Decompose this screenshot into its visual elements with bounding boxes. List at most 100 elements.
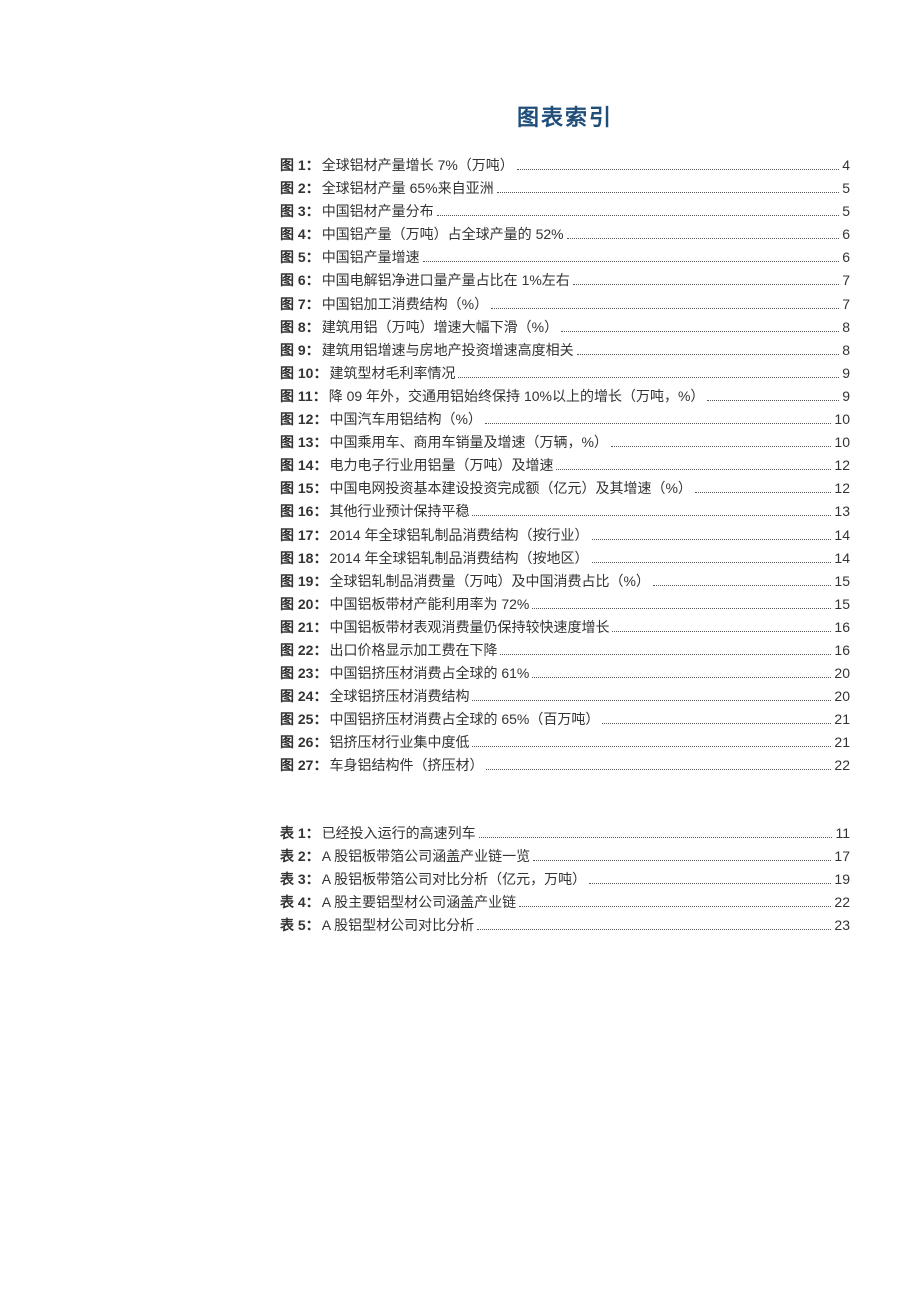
document-page: 图表索引 图 1：全球铝材产量增长 7%（万吨）4图 2：全球铝材产量 65%来… (0, 0, 920, 1302)
toc-entry-text: 中国汽车用铝结构（%） (329, 408, 481, 431)
toc-entry-text: 中国铝产量增速 (322, 246, 420, 269)
toc-entry[interactable]: 图 17：2014 年全球铝轧制品消费结构（按行业）14 (280, 524, 850, 547)
toc-entry[interactable]: 图 23：中国铝挤压材消费占全球的 61%20 (280, 662, 850, 685)
toc-entry[interactable]: 图 14：电力电子行业用铝量（万吨）及增速 12 (280, 454, 850, 477)
toc-entry-text: 铝挤压材行业集中度低 (329, 731, 469, 754)
toc-entry-text: 中国电解铝净进口量产量占比在 1%左右 (322, 269, 570, 292)
toc-leader (485, 412, 832, 424)
toc-entry-page: 10 (834, 408, 850, 431)
toc-entry-label: 图 26： (280, 731, 327, 754)
toc-entry[interactable]: 图 2：全球铝材产量 65%来自亚洲5 (280, 177, 850, 200)
toc-entry-text: 中国铝挤压材消费占全球的 61% (329, 662, 529, 685)
toc-entry-label: 表 4： (280, 891, 320, 914)
toc-entry-page: 8 (842, 316, 850, 339)
toc-entry[interactable]: 图 18：2014 年全球铝轧制品消费结构（按地区）14 (280, 547, 850, 570)
toc-entry-text: 中国铝挤压材消费占全球的 65%（百万吨） (329, 708, 599, 731)
toc-leader (533, 848, 831, 860)
toc-entry-page: 8 (842, 339, 850, 362)
toc-leader (486, 758, 831, 770)
toc-entry-page: 6 (842, 223, 850, 246)
toc-leader (437, 204, 840, 216)
toc-entry[interactable]: 图 13：中国乘用车、商用车销量及增速（万辆，%）10 (280, 431, 850, 454)
toc-entry-label: 图 20： (280, 593, 327, 616)
section-gap (280, 778, 850, 822)
toc-entry-page: 7 (842, 293, 850, 316)
toc-entry[interactable]: 图 4：中国铝产量（万吨）占全球产量的 52%6 (280, 223, 850, 246)
toc-entry[interactable]: 表 3：A 股铝板带箔公司对比分析（亿元，万吨）19 (280, 868, 850, 891)
toc-entry-label: 图 1： (280, 154, 320, 177)
toc-entry[interactable]: 图 5：中国铝产量增速6 (280, 246, 850, 269)
toc-entry-label: 图 24： (280, 685, 327, 708)
toc-leader (519, 895, 831, 907)
toc-entry-text: 全球铝材产量 65%来自亚洲 (322, 177, 494, 200)
toc-entry-label: 图 13： (280, 431, 327, 454)
toc-entry[interactable]: 图 7：中国铝加工消费结构（%）7 (280, 293, 850, 316)
toc-entry-page: 9 (842, 385, 850, 408)
toc-entry-label: 表 1： (280, 822, 320, 845)
toc-entry-label: 图 21： (280, 616, 327, 639)
toc-entry-label: 图 2： (280, 177, 320, 200)
toc-entry-page: 13 (834, 500, 850, 523)
tables-toc: 表 1：已经投入运行的高速列车11表 2：A 股铝板带箔公司涵盖产业链一览17表… (280, 822, 850, 937)
toc-entry[interactable]: 表 4：A 股主要铝型材公司涵盖产业链22 (280, 891, 850, 914)
toc-entry[interactable]: 表 1：已经投入运行的高速列车11 (280, 822, 850, 845)
toc-entry-text: 电力电子行业用铝量（万吨）及增速 (329, 454, 553, 477)
toc-entry-page: 20 (834, 685, 850, 708)
toc-entry-label: 图 25： (280, 708, 327, 731)
toc-leader (592, 527, 832, 539)
toc-leader (472, 689, 831, 701)
toc-entry-text: 建筑型材毛利率情况 (329, 362, 455, 385)
toc-leader (695, 481, 832, 493)
toc-entry[interactable]: 图 3：中国铝材产量分布5 (280, 200, 850, 223)
toc-leader (653, 574, 832, 586)
toc-entry-text: 2014 年全球铝轧制品消费结构（按行业） (329, 524, 588, 547)
toc-leader (423, 250, 840, 262)
toc-entry-label: 图 5： (280, 246, 320, 269)
toc-entry[interactable]: 图 24：全球铝挤压材消费结构20 (280, 685, 850, 708)
toc-entry[interactable]: 图 19：全球铝轧制品消费量（万吨）及中国消费占比（%）15 (280, 570, 850, 593)
toc-entry-text: 中国铝材产量分布 (322, 200, 434, 223)
toc-entry-label: 图 27： (280, 754, 327, 777)
toc-entry-label: 图 11： (280, 385, 327, 408)
toc-leader (497, 181, 840, 193)
toc-entry[interactable]: 图 6：中国电解铝净进口量产量占比在 1%左右7 (280, 269, 850, 292)
toc-entry[interactable]: 图 12：中国汽车用铝结构（%）10 (280, 408, 850, 431)
toc-entry-label: 图 16： (280, 500, 327, 523)
toc-entry[interactable]: 图 22：出口价格显示加工费在下降16 (280, 639, 850, 662)
toc-entry-label: 图 22： (280, 639, 327, 662)
toc-leader (589, 872, 831, 884)
toc-entry[interactable]: 图 16：其他行业预计保持平稳 13 (280, 500, 850, 523)
toc-entry-text: 其他行业预计保持平稳 (329, 500, 469, 523)
toc-entry[interactable]: 图 15：中国电网投资基本建设投资完成额（亿元）及其增速（%）12 (280, 477, 850, 500)
toc-entry[interactable]: 表 5：A 股铝型材公司对比分析23 (280, 914, 850, 937)
toc-leader (611, 435, 832, 447)
toc-leader (500, 643, 831, 655)
toc-entry-page: 22 (834, 754, 850, 777)
toc-entry[interactable]: 图 26：铝挤压材行业集中度低 21 (280, 731, 850, 754)
toc-entry[interactable]: 表 2：A 股铝板带箔公司涵盖产业链一览17 (280, 845, 850, 868)
toc-entry-page: 12 (834, 477, 850, 500)
toc-leader (491, 296, 839, 308)
toc-leader (472, 504, 831, 516)
toc-leader (472, 735, 831, 747)
toc-entry[interactable]: 图 1：全球铝材产量增长 7%（万吨）4 (280, 154, 850, 177)
toc-entry[interactable]: 图 10：建筑型材毛利率情况9 (280, 362, 850, 385)
toc-entry-page: 14 (834, 547, 850, 570)
toc-entry[interactable]: 图 20：中国铝板带材产能利用率为 72%15 (280, 593, 850, 616)
toc-entry[interactable]: 图 8：建筑用铝（万吨）增速大幅下滑（%）8 (280, 316, 850, 339)
toc-entry[interactable]: 图 11：降 09 年外，交通用铝始终保持 10%以上的增长（万吨，%）9 (280, 385, 850, 408)
toc-entry[interactable]: 图 27：车身铝结构件（挤压材）22 (280, 754, 850, 777)
toc-entry-text: A 股铝板带箔公司对比分析（亿元，万吨） (322, 868, 586, 891)
toc-entry-text: 中国乘用车、商用车销量及增速（万辆，%） (329, 431, 607, 454)
toc-entry-label: 表 5： (280, 914, 320, 937)
toc-entry-page: 21 (834, 731, 850, 754)
toc-entry-text: 全球铝轧制品消费量（万吨）及中国消费占比（%） (329, 570, 649, 593)
toc-entry[interactable]: 图 25：中国铝挤压材消费占全球的 65%（百万吨）21 (280, 708, 850, 731)
toc-entry-page: 12 (834, 454, 850, 477)
toc-entry-page: 23 (834, 914, 850, 937)
toc-entry[interactable]: 图 9：建筑用铝增速与房地产投资增速高度相关8 (280, 339, 850, 362)
toc-entry[interactable]: 图 21：中国铝板带材表观消费量仍保持较快速度增长16 (280, 616, 850, 639)
toc-entry-text: 中国铝加工消费结构（%） (322, 293, 488, 316)
toc-entry-label: 图 14： (280, 454, 327, 477)
toc-leader (532, 597, 831, 609)
